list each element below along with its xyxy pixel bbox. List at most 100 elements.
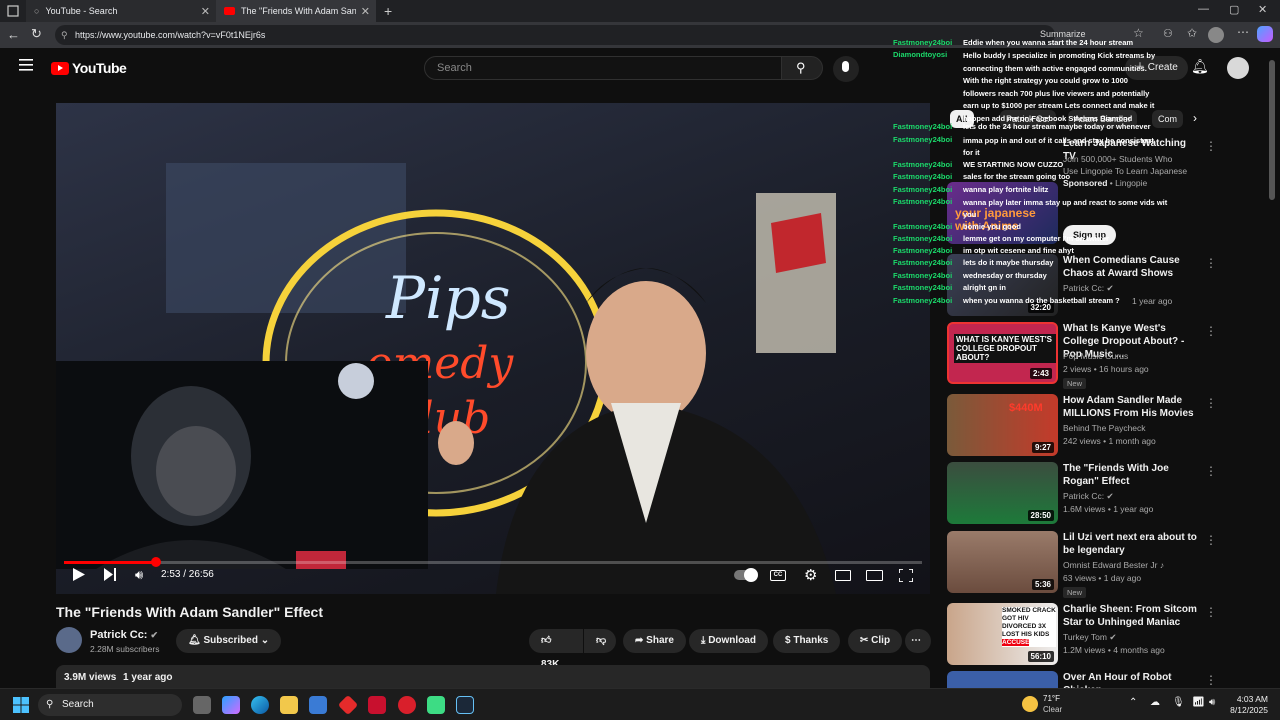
more-vertical-icon[interactable]: ⋮	[1205, 464, 1217, 478]
file-explorer-icon[interactable]	[280, 696, 298, 714]
chat-text: wanna play fortnite blitz	[963, 185, 1049, 194]
rec-thumbnail[interactable]: WHAT IS KANYE WEST'S COLLEGE DROPOUT ABO…	[947, 322, 1058, 384]
page-scrollbar[interactable]	[1269, 60, 1275, 200]
refresh-icon[interactable]: ↻	[31, 26, 42, 42]
settings-gear-icon[interactable]: ⚙	[804, 566, 817, 584]
download-button[interactable]: ⤓ Download	[689, 629, 768, 653]
green-app-icon[interactable]	[427, 696, 445, 714]
search-input[interactable]: Search	[424, 56, 782, 80]
favorites-icon[interactable]: ✩	[1187, 26, 1197, 40]
more-vertical-icon[interactable]: ⋮	[1205, 324, 1217, 338]
close-tab-icon[interactable]: ✕	[361, 5, 370, 18]
tab-current-video[interactable]: The "Friends With Adam Sandler" ✕	[216, 0, 376, 22]
voice-search-button[interactable]	[833, 56, 859, 82]
captions-icon[interactable]: CC	[770, 570, 786, 581]
subscribed-button[interactable]: 🔔︎ Subscribed ⌄	[176, 629, 282, 653]
dislike-button[interactable]: 👎︎	[584, 629, 616, 653]
new-tab-button[interactable]: +	[384, 3, 392, 19]
edge-browser-icon[interactable]	[251, 696, 269, 714]
start-windows-icon[interactable]	[13, 697, 29, 713]
search-icon: ⚲	[796, 60, 806, 75]
rec-channel-text: Omnist Edward Bester Jr	[1063, 560, 1158, 570]
copilot-app-icon[interactable]	[222, 696, 240, 714]
channel-avatar[interactable]	[56, 627, 82, 653]
video-player[interactable]: Pips omedy Club	[56, 103, 930, 594]
rec-thumbnail[interactable]: 28:50	[947, 462, 1058, 524]
task-view-icon[interactable]	[193, 696, 211, 714]
verified-icon: ✔	[1106, 491, 1114, 501]
speaker-icon[interactable]: 🔊︎	[1209, 697, 1215, 708]
copilot-icon[interactable]	[1257, 26, 1273, 42]
youtube-icon	[224, 7, 235, 15]
chevron-up-icon[interactable]: ⌃	[1129, 697, 1137, 708]
mcafee-icon[interactable]	[368, 696, 386, 714]
profile-avatar-icon[interactable]	[1208, 27, 1224, 43]
chat-user: Diamondtoyosi	[893, 50, 948, 59]
streamer-webcam-overlay	[56, 361, 428, 569]
chat-text: lemme get on my computer I'm on twitter	[963, 234, 1109, 243]
notifications-bell-icon[interactable]: 🔔︎	[1191, 58, 1209, 75]
rec-item[interactable]: WHAT IS KANYE WEST'S COLLEGE DROPOUT ABO…	[947, 322, 1267, 389]
tab-youtube-search[interactable]: ○ YouTube - Search ✕	[26, 0, 216, 22]
rec-thumbnail[interactable]	[947, 671, 1058, 688]
minimize-button[interactable]: —	[1198, 3, 1209, 15]
microphone-icon[interactable]: 🎙︎	[1172, 697, 1185, 708]
share-button[interactable]: ➦ Share	[623, 629, 686, 653]
theater-mode-icon[interactable]	[866, 570, 883, 581]
more-menu-icon[interactable]: ⋯	[1237, 25, 1249, 39]
autoplay-toggle[interactable]	[734, 568, 758, 582]
more-vertical-icon[interactable]: ⋮	[1205, 139, 1217, 153]
more-actions-button[interactable]: ⋯	[905, 629, 931, 653]
account-avatar[interactable]	[1227, 57, 1249, 79]
clock-date[interactable]: 8/12/2025	[1222, 705, 1268, 715]
more-vertical-icon[interactable]: ⋮	[1205, 256, 1217, 270]
red-app-icon[interactable]	[337, 694, 359, 716]
rec-item[interactable]: 5:36 Lil Uzi vert next era about to be l…	[947, 531, 1267, 598]
clock-time[interactable]: 4:03 AM	[1230, 694, 1268, 704]
hamburger-menu-icon[interactable]	[19, 59, 33, 71]
youtube-logo[interactable]: YouTube	[51, 60, 127, 76]
opera-icon[interactable]	[398, 696, 416, 714]
back-icon[interactable]: ←	[7, 27, 20, 42]
wifi-icon[interactable]: 📶︎	[1192, 697, 1205, 708]
close-window-button[interactable]: ✕	[1258, 3, 1267, 16]
channel-name[interactable]: Patrick Cc: ✔	[90, 629, 158, 641]
close-tab-icon[interactable]: ✕	[201, 5, 210, 18]
more-vertical-icon[interactable]: ⋮	[1205, 396, 1217, 410]
volume-icon[interactable]: 🔊︎	[135, 567, 143, 583]
weather-temp: 71°F	[1043, 694, 1060, 703]
taskbar-search-box[interactable]: ⚲ Search	[38, 694, 182, 716]
maximize-button[interactable]: ▢	[1229, 3, 1239, 16]
search-button[interactable]: ⚲	[781, 56, 823, 80]
chat-message: Fastmoney24boi wednesday or thursday	[893, 271, 1173, 281]
more-vertical-icon[interactable]: ⋮	[1205, 533, 1217, 547]
chat-message: Fastmoney24boi imma pop in and out of it …	[893, 135, 1173, 159]
rec-thumbnail[interactable]: 5:36	[947, 531, 1058, 593]
rec-thumbnail[interactable]: $440M 9:27	[947, 394, 1058, 456]
thanks-button[interactable]: $ Thanks	[773, 629, 841, 653]
more-vertical-icon[interactable]: ⋮	[1205, 605, 1217, 619]
play-icon[interactable]	[73, 568, 85, 581]
site-info-icon[interactable]: ⚲	[61, 25, 68, 45]
chat-user: Fastmoney24boi	[893, 283, 953, 292]
clip-button[interactable]: ✂ Clip	[848, 629, 903, 653]
chat-user: Fastmoney24boi	[893, 234, 953, 243]
rec-item[interactable]: 28:50 The "Friends With Joe Rogan" Effec…	[947, 462, 1267, 524]
more-vertical-icon[interactable]: ⋮	[1205, 673, 1217, 687]
chevron-right-icon[interactable]: ›	[1193, 111, 1197, 125]
rec-thumbnail[interactable]: SMOKED CRACK GOT HIV DIVORCED 3X LOST HI…	[947, 603, 1058, 665]
chat-user: Fastmoney24boi	[893, 172, 953, 181]
rec-item[interactable]: SMOKED CRACK GOT HIV DIVORCED 3X LOST HI…	[947, 603, 1267, 665]
chat-user: Fastmoney24boi	[893, 246, 953, 255]
fullscreen-icon[interactable]	[899, 569, 913, 582]
cloud-icon[interactable]: ☁	[1150, 697, 1160, 708]
like-button[interactable]: 👍︎ 83K	[529, 629, 583, 670]
steam-icon[interactable]	[456, 696, 474, 714]
weather-icon[interactable]	[1022, 696, 1038, 712]
window-menu-icon[interactable]	[0, 0, 26, 22]
store-icon[interactable]	[309, 696, 327, 714]
rec-item[interactable]: $440M 9:27 How Adam Sandler Made MILLION…	[947, 394, 1267, 456]
rec-item[interactable]: Over An Hour of Robot Chicken ⋮	[947, 671, 1267, 688]
miniplayer-icon[interactable]	[835, 570, 851, 581]
next-icon[interactable]	[104, 568, 116, 581]
